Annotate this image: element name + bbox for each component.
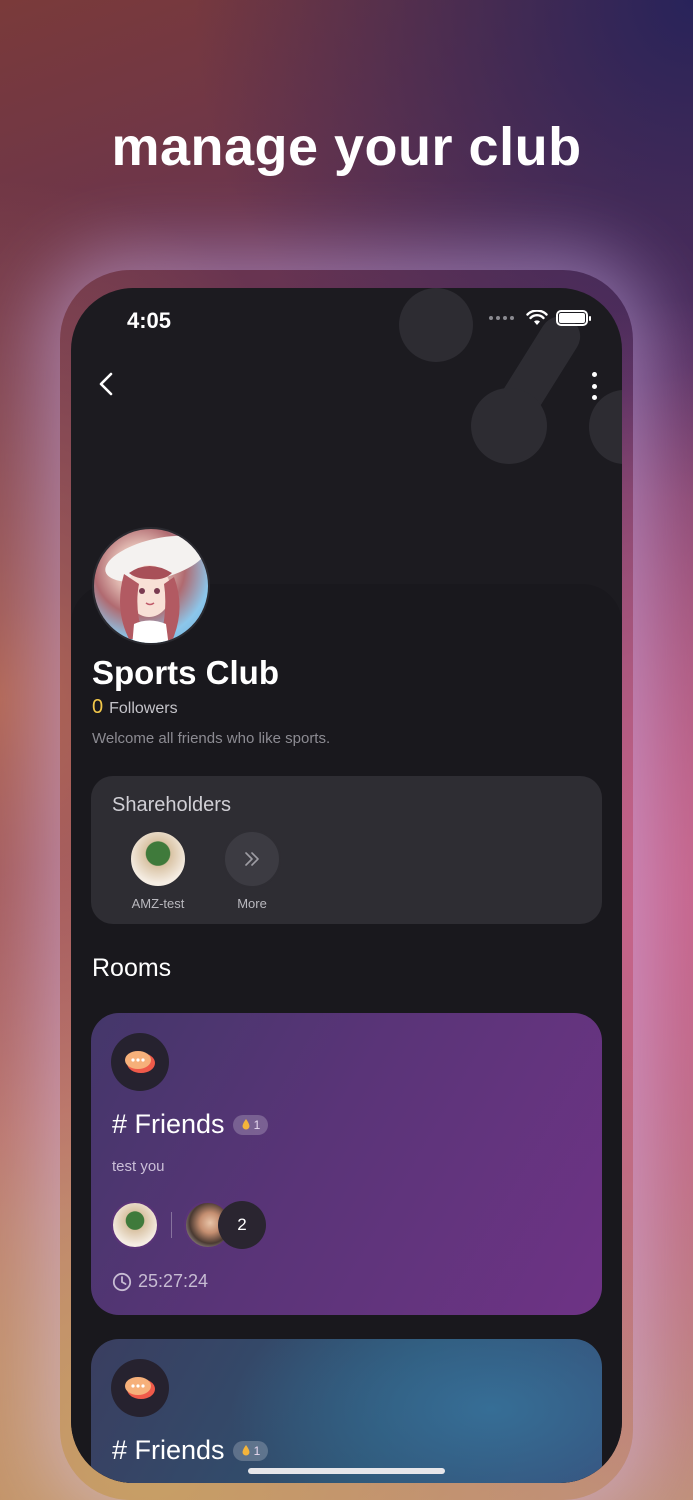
shareholders-card: Shareholders AMZ-test More bbox=[91, 776, 602, 924]
phone-screen: 4:05 Sports Club 0 Followers Welcome all … bbox=[71, 288, 622, 1483]
status-time: 4:05 bbox=[127, 308, 172, 333]
status-icons bbox=[489, 310, 591, 326]
room-name: # Friends 1 bbox=[112, 1109, 269, 1140]
more-vertical-icon[interactable] bbox=[588, 372, 600, 400]
room-card[interactable]: # Friends 1 bbox=[91, 1339, 602, 1483]
followers-label: Followers bbox=[109, 700, 178, 717]
home-indicator[interactable] bbox=[248, 1468, 445, 1474]
room-card[interactable]: # Friends 1 test you 2 25:27:24 bbox=[91, 1013, 602, 1315]
shareholder-avatar bbox=[129, 830, 187, 888]
divider bbox=[171, 1212, 172, 1238]
back-chevron-icon[interactable] bbox=[95, 368, 119, 400]
room-timer-text: 25:27:24 bbox=[138, 1271, 209, 1291]
decor-circle bbox=[589, 390, 622, 464]
decor-circle bbox=[399, 288, 473, 362]
room-icon bbox=[111, 1033, 169, 1091]
room-name-text: # Friends bbox=[112, 1109, 225, 1139]
wifi-icon bbox=[526, 310, 548, 325]
followers-info[interactable]: 0 Followers bbox=[92, 696, 178, 719]
club-name: Sports Club bbox=[92, 654, 279, 691]
more-label: More bbox=[237, 896, 267, 911]
rooms-title: Rooms bbox=[92, 954, 172, 982]
room-members: 2 bbox=[111, 1201, 266, 1249]
chat-bubbles-icon bbox=[125, 1377, 155, 1399]
hot-badge: 1 bbox=[232, 1440, 269, 1461]
room-icon bbox=[111, 1359, 169, 1417]
followers-count: 0 bbox=[92, 696, 104, 718]
hot-count: 1 bbox=[253, 1443, 261, 1458]
more-circle bbox=[223, 830, 281, 888]
signal-icon bbox=[489, 316, 514, 320]
room-timer: 25:27:24 bbox=[112, 1271, 208, 1292]
member-count: 2 bbox=[218, 1201, 266, 1249]
room-description: test you bbox=[112, 1158, 165, 1175]
host-avatar bbox=[111, 1201, 159, 1249]
shareholders-more-button[interactable]: More bbox=[212, 830, 292, 911]
anime-girl-image bbox=[105, 535, 207, 643]
hot-badge: 1 bbox=[232, 1114, 269, 1135]
headline: manage your club bbox=[111, 117, 582, 177]
battery-icon bbox=[556, 310, 591, 326]
decor-circle bbox=[471, 388, 547, 464]
fire-icon bbox=[242, 1444, 250, 1455]
fire-icon bbox=[242, 1118, 250, 1129]
shareholder-name: AMZ-test bbox=[131, 896, 185, 911]
shareholders-title: Shareholders bbox=[112, 794, 231, 816]
chat-bubbles-icon bbox=[125, 1051, 155, 1073]
room-name-text: # Friends bbox=[112, 1435, 225, 1465]
club-avatar[interactable] bbox=[92, 527, 210, 645]
shareholder-item[interactable]: AMZ-test bbox=[118, 830, 198, 911]
room-name: # Friends 1 bbox=[112, 1435, 269, 1466]
clock-icon bbox=[112, 1272, 132, 1291]
club-description: Welcome all friends who like sports. bbox=[92, 730, 331, 747]
double-chevron-right-icon bbox=[245, 852, 259, 866]
hot-count: 1 bbox=[253, 1117, 261, 1132]
